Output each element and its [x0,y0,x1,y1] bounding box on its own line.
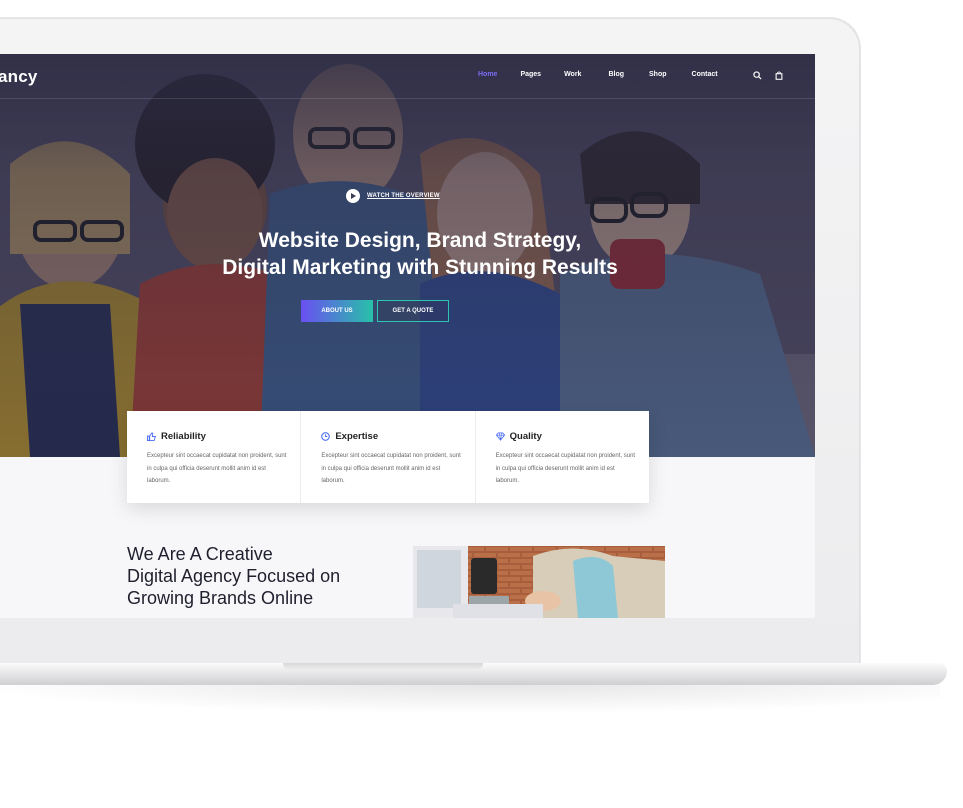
top-navigation: ancy Home Pages Work Blog Shop Contact [0,54,815,99]
feature-text: Excepteur sint occaecat cupidatat non pr… [147,453,287,484]
nav-item-contact[interactable]: Contact [692,71,718,78]
watch-overview-label: WATCH THE OVERVIEW [367,193,440,199]
site-logo[interactable]: ancy [0,67,38,87]
play-icon [346,189,360,203]
feature-expertise: Expertise Excepteur sint occaecat cupida… [300,411,474,503]
feature-title: Reliability [161,431,206,442]
watch-overview-link[interactable]: WATCH THE OVERVIEW [346,189,440,203]
feature-reliability: Reliability Excepteur sint occaecat cupi… [127,411,300,503]
hero-title-line-1: Website Design, Brand Strategy, [258,229,582,252]
hero-title-line-2: Digital Marketing with Stunning Results [222,256,618,279]
nav-item-work[interactable]: Work [564,71,581,78]
clock-icon [321,432,331,441]
feature-text: Excepteur sint occaecat cupidatat non pr… [321,453,461,484]
feature-text: Excepteur sint occaecat cupidatat non pr… [495,453,636,484]
nav-item-home[interactable]: Home [478,71,497,78]
nav-menu: Home Pages Work Blog Shop Contact [478,71,718,78]
laptop-shadow [0,684,940,714]
laptop-screen: ancy Home Pages Work Blog Shop Contact W… [0,54,815,618]
search-icon[interactable] [753,71,762,80]
about-heading: We Are A Creative Digital Agency Focused… [127,543,397,609]
laptop-notch [283,663,483,670]
about-us-button[interactable]: ABOUT US [301,300,373,322]
thumbs-up-icon [147,432,156,441]
feature-quality: Quality Excepteur sint occaecat cupidata… [474,411,649,503]
workspace-photo [413,546,665,618]
nav-item-blog[interactable]: Blog [608,71,624,78]
feature-title: Quality [509,431,542,442]
about-heading-line-3: Growing Brands Online [127,588,314,608]
about-heading-line-2: Digital Agency Focused on [127,566,341,586]
nav-item-pages[interactable]: Pages [520,71,541,78]
nav-item-shop[interactable]: Shop [649,71,667,78]
features-card: Reliability Excepteur sint occaecat cupi… [127,411,649,503]
hero-title: Website Design, Brand Strategy, Digital … [130,227,710,281]
hero-section: ancy Home Pages Work Blog Shop Contact W… [0,54,815,457]
diamond-icon [495,432,505,441]
get-a-quote-button[interactable]: GET A QUOTE [377,300,449,322]
shopping-bag-icon[interactable] [775,71,783,80]
about-heading-line-1: We Are A Creative [127,544,273,564]
feature-title: Expertise [335,431,379,442]
